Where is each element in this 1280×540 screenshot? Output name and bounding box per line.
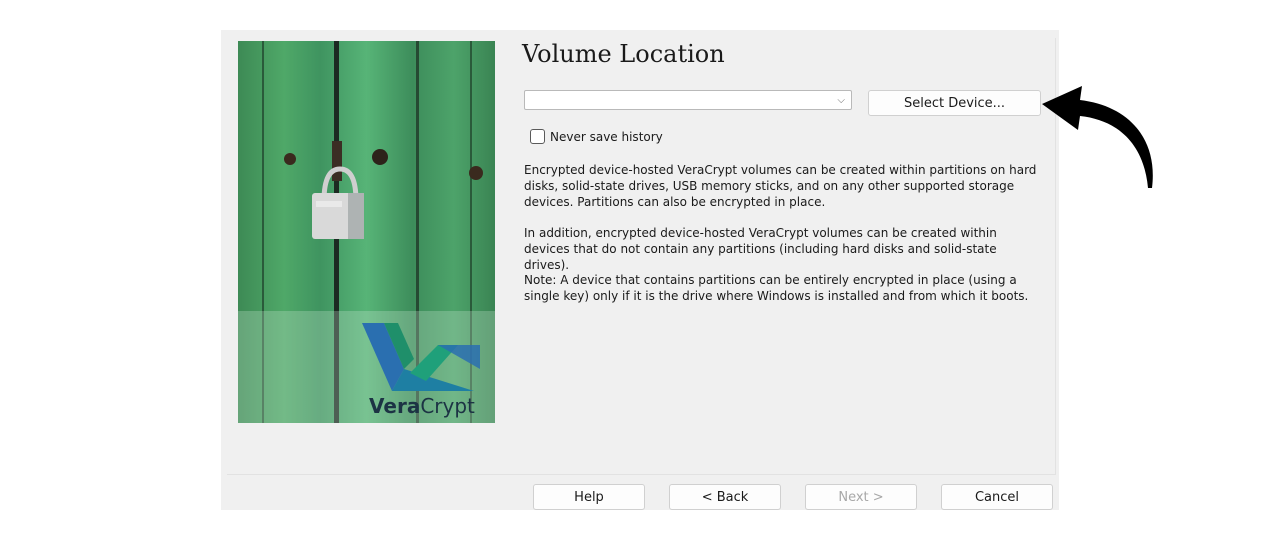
veracrypt-logo-icon: [362, 323, 480, 391]
volume-location-combobox[interactable]: ⌵: [524, 90, 852, 110]
never-save-history-row[interactable]: Never save history: [530, 129, 663, 144]
wizard-banner-image: VeraCrypt: [238, 41, 495, 423]
page-title: Volume Location: [522, 40, 725, 68]
description-paragraph-1: Encrypted device-hosted VeraCrypt volume…: [524, 163, 1037, 209]
never-save-history-checkbox[interactable]: [530, 129, 545, 144]
description-paragraph-2: In addition, encrypted device-hosted Ver…: [524, 226, 997, 272]
chevron-down-icon[interactable]: ⌵: [837, 95, 845, 106]
description-paragraph-3: Note: A device that contains partitions …: [524, 273, 1029, 303]
veracrypt-logo-text: VeraCrypt: [369, 394, 475, 418]
back-button[interactable]: < Back: [669, 484, 781, 510]
next-button: Next >: [805, 484, 917, 510]
logo-text-bold: Vera: [369, 394, 421, 418]
select-device-button[interactable]: Select Device...: [868, 90, 1041, 116]
veracrypt-wizard-dialog: VeraCrypt Volume Location ⌵ Select Devic…: [221, 30, 1059, 510]
cancel-button[interactable]: Cancel: [941, 484, 1053, 510]
never-save-history-label: Never save history: [550, 129, 663, 144]
help-button[interactable]: Help: [533, 484, 645, 510]
logo-text-regular: Crypt: [420, 394, 475, 418]
curved-arrow-icon: [1042, 86, 1153, 188]
